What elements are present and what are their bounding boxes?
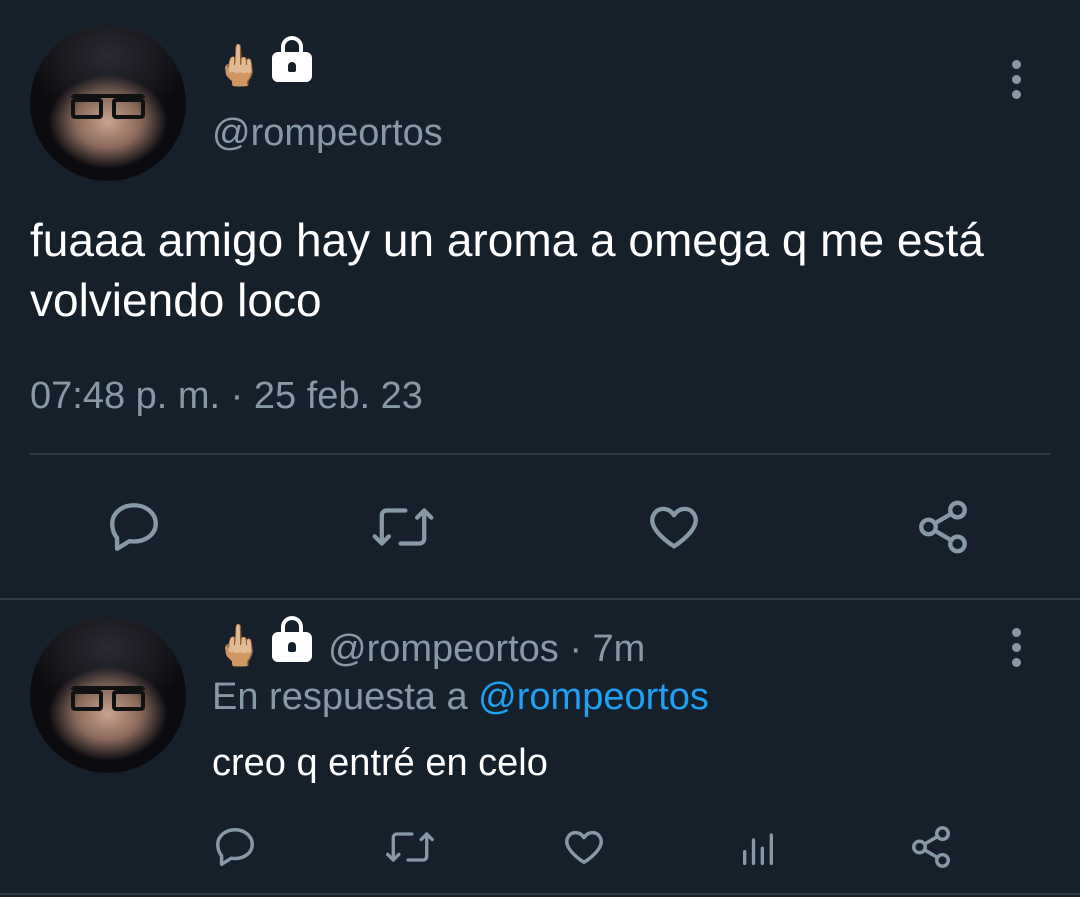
bottom-divider (0, 893, 1080, 895)
in-reply-to: En respuesta a @rompeortos (212, 676, 709, 719)
reply-header: @rompeortos · 7m (328, 628, 645, 671)
reply-icon[interactable] (105, 498, 163, 556)
lock-icon (272, 36, 312, 82)
more-vertical-icon[interactable] (1012, 628, 1021, 673)
like-icon[interactable] (561, 824, 607, 870)
reply-handle[interactable]: @rompeortos (328, 628, 559, 670)
reply-avatar[interactable] (30, 617, 186, 773)
in-reply-handle-link[interactable]: @rompeortos (478, 676, 709, 718)
section-divider (0, 598, 1080, 600)
more-vertical-icon[interactable] (1012, 60, 1021, 105)
retweet-icon[interactable] (370, 498, 436, 556)
tweet-timestamp: 07:48 p. m. · 25 feb. 23 (30, 375, 423, 417)
like-icon[interactable] (645, 498, 703, 556)
middle-finger-emoji: 🖕🏼 (214, 44, 264, 88)
user-handle[interactable]: @rompeortos (212, 112, 443, 155)
reply-time: · 7m (569, 628, 646, 670)
divider (30, 453, 1050, 455)
reply-icon[interactable] (212, 824, 258, 870)
reply-text: creo q entré en celo (212, 742, 548, 784)
share-icon[interactable] (908, 824, 954, 870)
share-icon[interactable] (914, 498, 972, 556)
lock-icon (272, 616, 312, 662)
middle-finger-emoji: 🖕🏼 (214, 624, 264, 668)
in-reply-prefix: En respuesta a (212, 676, 468, 718)
tweet-text: fuaaa amigo hay un aroma a omega q me es… (30, 214, 984, 326)
analytics-icon[interactable] (738, 830, 778, 870)
retweet-icon[interactable] (384, 824, 436, 870)
avatar[interactable] (30, 25, 186, 181)
